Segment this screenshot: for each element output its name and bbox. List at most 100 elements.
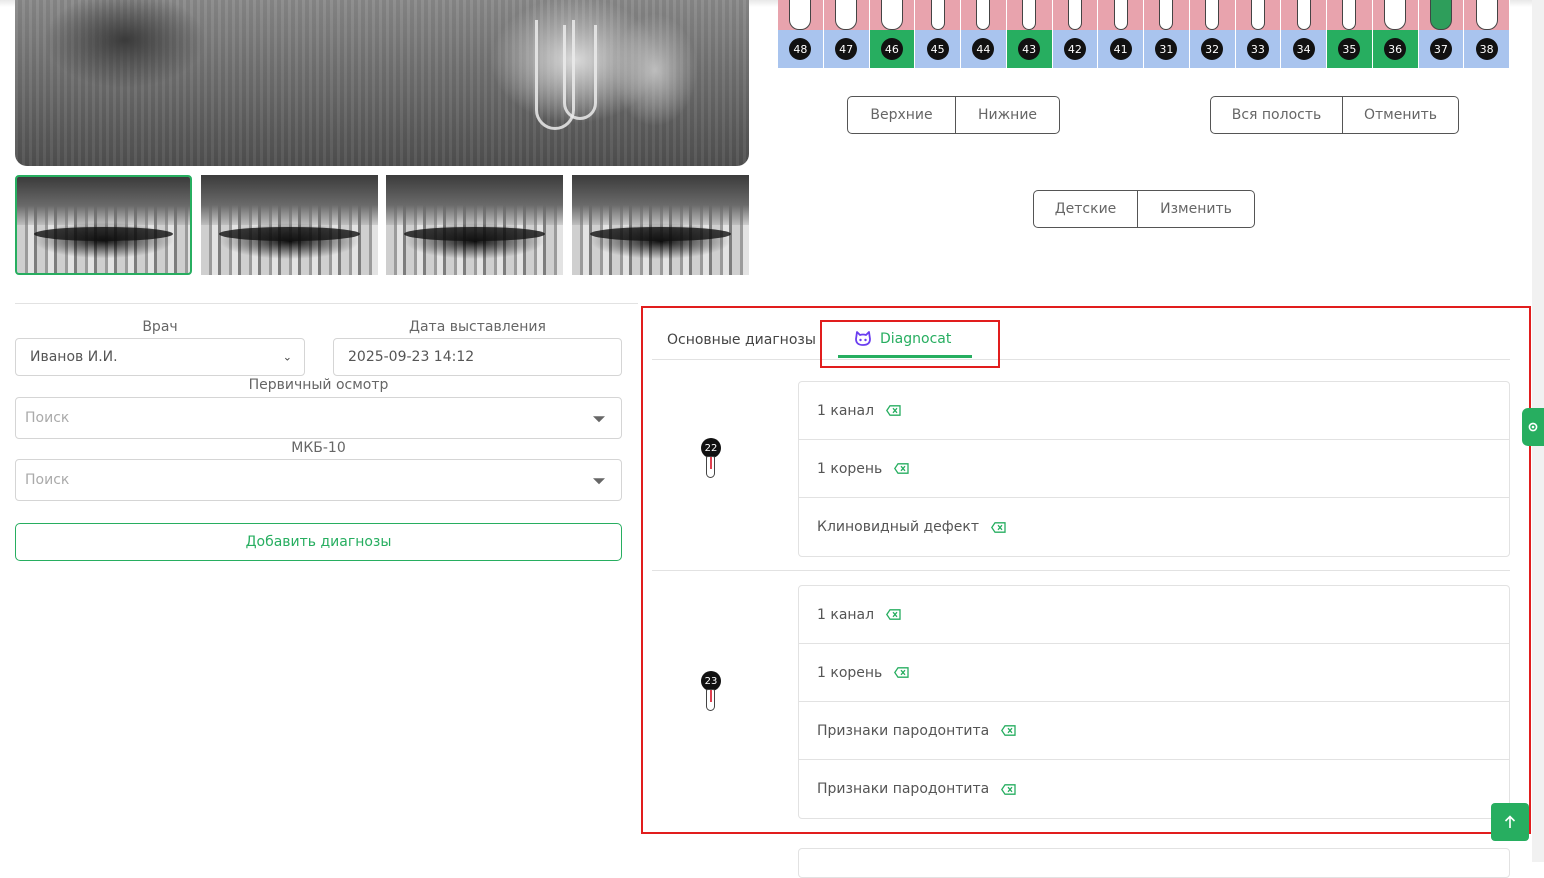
primary-exam-placeholder: Поиск [25,410,70,426]
tooth-crown-48[interactable] [778,0,824,30]
tooth-cell-47[interactable]: 47 [823,30,870,68]
tooth-crown-33[interactable] [1236,0,1282,30]
tooth-crown-31[interactable] [1144,0,1190,30]
tooth-22-marker: 22 [700,438,724,488]
remove-diagnosis-icon[interactable] [894,667,909,678]
tooth-number: 35 [1338,38,1361,60]
xray-thumbnails [15,175,749,275]
tooth-icon [1384,0,1407,30]
diagnosis-row: Признаки пародонтита [799,760,1509,818]
tooth-cell-35[interactable]: 35 [1327,30,1373,68]
group-divider [652,570,1510,571]
tooth-cell-44[interactable]: 44 [961,30,1007,68]
tooth-number: 37 [1429,38,1452,60]
tooth-icon [789,0,812,30]
tooth-number: 46 [880,38,903,60]
tooth-icon [1159,0,1174,30]
caret-down-icon [593,416,605,423]
diagnosis-row: 1 канал [799,382,1509,440]
tooth-crown-47[interactable] [824,0,870,30]
xray-thumbnail-3[interactable] [386,175,563,275]
tooth-number: 31 [1155,38,1178,60]
settings-toggle[interactable] [1522,408,1544,446]
xray-thumbnail-1[interactable] [15,175,192,275]
tooth-cell-42[interactable]: 42 [1052,30,1099,68]
cancel-button[interactable]: Отменить [1343,96,1459,134]
tooth-crown-38[interactable] [1464,0,1510,30]
icd-search[interactable]: Поиск [15,459,622,501]
tabs-divider [652,359,1510,360]
tooth-23-marker: 23 [700,671,724,721]
doctor-select[interactable]: Иванов И.И. ⌄ [15,338,305,376]
mode-button-group: Детские Изменить [1033,190,1255,228]
tab-main-diagnoses[interactable]: Основные диагнозы [667,322,816,358]
add-diagnoses-button[interactable]: Добавить диагнозы [15,523,622,561]
diagnosis-text: 1 канал [817,402,875,419]
scroll-to-top-button[interactable] [1491,803,1529,841]
tooth-icon [1296,0,1311,30]
tooth-cell-34[interactable]: 34 [1281,30,1327,68]
xray-thumbnail-4[interactable] [572,175,749,275]
primary-exam-search[interactable]: Поиск [15,397,622,439]
remove-diagnosis-icon[interactable] [1001,725,1016,736]
tooth-cell-36[interactable]: 36 [1372,30,1419,68]
tooth-crown-43[interactable] [1007,0,1053,30]
tooth-crown-41[interactable] [1098,0,1144,30]
main-xray-image[interactable] [15,0,749,166]
diagnosis-row: 1 корень [799,440,1509,498]
tooth-crown-34[interactable] [1281,0,1327,30]
tooth-icon [706,456,715,478]
xray-thumbnail-2[interactable] [201,175,378,275]
jaw-button-group: Верхние Нижние [847,96,1060,134]
gear-icon [1528,422,1538,432]
remove-diagnosis-icon[interactable] [990,521,1006,533]
tooth-cell-33[interactable]: 33 [1235,30,1282,68]
tooth-icon [1205,0,1220,30]
tooth-crown-37[interactable] [1419,0,1465,30]
chevron-down-icon: ⌄ [282,350,292,364]
date-input[interactable] [333,338,622,376]
tooth-cell-31[interactable]: 31 [1144,30,1190,68]
remove-diagnosis-icon[interactable] [886,405,901,416]
tooth-number: 34 [1292,38,1315,60]
tooth-chart-crowns [778,0,1510,30]
tooth-crown-46[interactable] [870,0,916,30]
tooth-cell-38[interactable]: 38 [1464,30,1510,68]
tooth-cell-37[interactable]: 37 [1418,30,1465,68]
tooth-crown-35[interactable] [1327,0,1373,30]
tooth-number: 22 [701,438,721,458]
tooth-cell-45[interactable]: 45 [915,30,961,68]
tab-diagnocat[interactable]: Diagnocat [838,322,972,358]
tooth-number: 23 [701,671,721,691]
tooth-icon [835,0,858,30]
lower-jaw-button[interactable]: Нижние [956,96,1060,134]
tooth-crown-36[interactable] [1373,0,1419,30]
upper-jaw-button[interactable]: Верхние [847,96,956,134]
change-button[interactable]: Изменить [1138,190,1255,228]
diagnosis-text: Клиновидный дефект [817,519,979,535]
tooth-cell-43[interactable]: 43 [1006,30,1053,68]
whole-cavity-button[interactable]: Вся полость [1210,96,1343,134]
icd-placeholder: Поиск [25,472,70,488]
tooth-icon [930,0,945,30]
tooth-number: 44 [972,38,995,60]
tooth-number: 33 [1246,38,1269,60]
tooth-crown-44[interactable] [961,0,1007,30]
tooth-icon [1022,0,1037,30]
tooth-cell-32[interactable]: 32 [1189,30,1236,68]
tooth-number: 45 [926,38,949,60]
tooth-icon [1475,0,1498,30]
remove-diagnosis-icon[interactable] [894,463,909,474]
remove-diagnosis-icon[interactable] [886,609,901,620]
children-teeth-button[interactable]: Детские [1033,190,1138,228]
arrow-up-icon [1504,815,1516,828]
tooth-cell-48[interactable]: 48 [778,30,824,68]
doctor-label: Врач [142,319,178,335]
tooth-crown-42[interactable] [1053,0,1099,30]
tooth-crown-45[interactable] [915,0,961,30]
tooth-crown-32[interactable] [1190,0,1236,30]
tooth-cell-41[interactable]: 41 [1098,30,1144,68]
remove-diagnosis-icon[interactable] [1001,783,1016,795]
tooth-cell-46[interactable]: 46 [869,30,916,68]
diagnosis-text: 1 корень [817,664,883,681]
